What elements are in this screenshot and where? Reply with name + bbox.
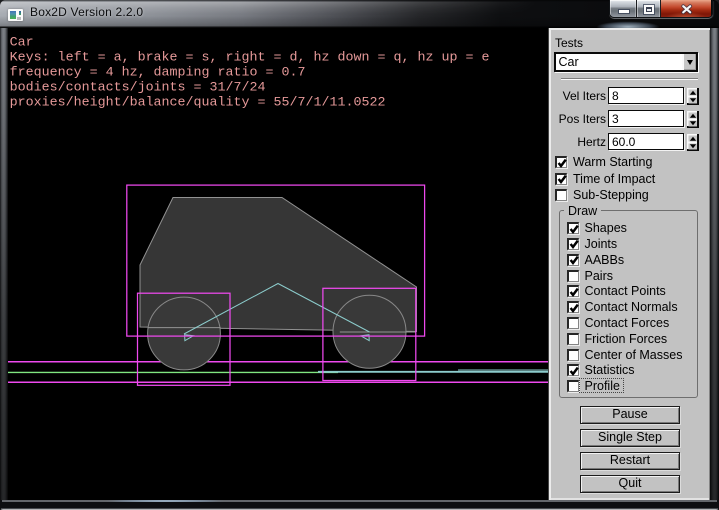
svg-text:proxies/height/balance/quality: proxies/height/balance/quality = 55/7/1/… xyxy=(10,96,386,111)
svg-text:bodies/contacts/joints = 31/7/: bodies/contacts/joints = 31/7/24 xyxy=(10,81,266,96)
svg-text:frequency = 4 hz, damping rati: frequency = 4 hz, damping ratio = 0.7 xyxy=(10,66,306,81)
svg-text:Keys: left = a, brake = s, rig: Keys: left = a, brake = s, right = d, hz… xyxy=(10,51,490,66)
svg-text:Car: Car xyxy=(10,36,34,51)
